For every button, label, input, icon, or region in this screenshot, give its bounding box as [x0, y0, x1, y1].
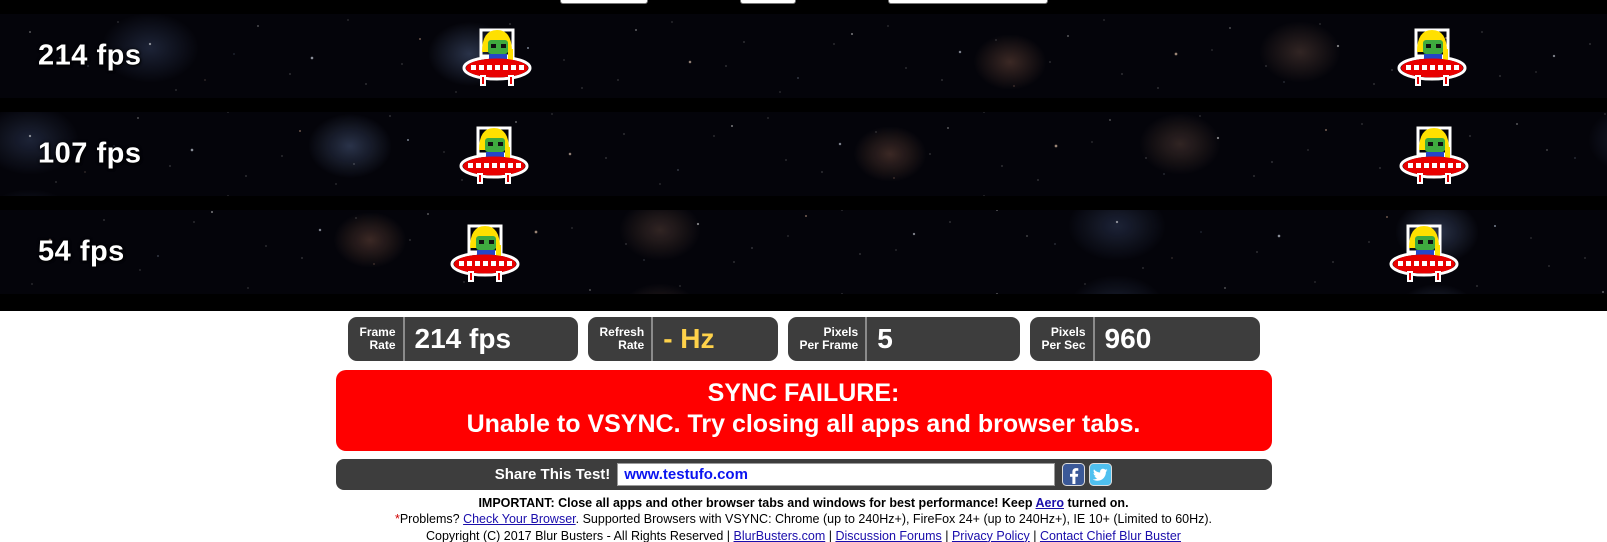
ufo-sprite	[455, 22, 539, 90]
sync-failure-title: SYNC FAILURE:	[707, 379, 900, 407]
discussion-forums-link[interactable]: Discussion Forums	[835, 529, 941, 542]
starfield-background	[0, 112, 1607, 196]
ufo-band-54fps: 54 fps	[0, 210, 1607, 294]
ufo-band-107fps: 107 fps	[0, 112, 1607, 196]
sync-failure-banner: SYNC FAILURE: Unable to VSYNC. Try closi…	[335, 370, 1272, 451]
testufo-page: 214 fps 107 fps 54 fps Frame Rate 214 fp…	[0, 0, 1607, 542]
ufo-sprite	[1392, 120, 1476, 188]
share-bar: Share This Test!	[335, 458, 1272, 490]
stat-caption-line2: Per Frame	[799, 338, 859, 352]
footer-problems-line: *Problems? Check Your Browser. Supported…	[0, 511, 1607, 528]
footer-sep: |	[825, 528, 836, 542]
stat-value-frame-rate: 214 fps	[414, 323, 512, 354]
share-url-input[interactable]	[617, 462, 1056, 486]
footer: IMPORTANT: Close all apps and other brow…	[0, 495, 1607, 542]
privacy-policy-link[interactable]: Privacy Policy	[952, 529, 1030, 542]
band-fps-label: 214 fps	[38, 39, 142, 72]
stat-pixels-per-sec: Pixels Per Sec 960	[1029, 317, 1260, 361]
facebook-share-icon[interactable]	[1062, 462, 1086, 486]
band-fps-label: 54 fps	[38, 235, 125, 268]
starfield-background	[0, 14, 1607, 98]
aero-link[interactable]: Aero	[1035, 496, 1063, 510]
footer-important-prefix: IMPORTANT: Close all apps and other brow…	[478, 495, 1036, 510]
social-buttons	[1062, 462, 1113, 486]
band-fps-label: 107 fps	[38, 137, 142, 170]
stat-caption-line2: Per Sec	[1041, 338, 1086, 352]
copyright-text: Copyright (C) 2017 Blur Busters - All Ri…	[426, 528, 734, 542]
stat-refresh-rate: Refresh Rate - Hz	[587, 317, 778, 361]
top-controls-row	[0, 0, 1607, 4]
blurbusters-link[interactable]: BlurBusters.com	[734, 529, 826, 542]
ufo-sprite	[1382, 218, 1466, 286]
stat-value-pixels-per-sec: 960	[1104, 323, 1152, 354]
stat-value-refresh-rate: - Hz	[663, 323, 715, 354]
footer-problems-suffix: . Supported Browsers with VSYNC: Chrome …	[575, 512, 1213, 526]
speed-selector-dropdown[interactable]	[739, 0, 796, 4]
ufo-animation-stage: 214 fps 107 fps 54 fps	[0, 0, 1607, 311]
ufo-sprite	[452, 120, 536, 188]
stat-caption-line2: Rate	[618, 338, 645, 352]
footer-copyright-line: Copyright (C) 2017 Blur Busters - All Ri…	[0, 528, 1607, 542]
footer-sep: |	[1029, 528, 1040, 542]
check-your-browser-link[interactable]: Check Your Browser	[463, 512, 576, 526]
stat-caption: Pixels Per Frame	[788, 317, 868, 361]
stat-caption: Refresh Rate	[588, 317, 654, 361]
stat-caption-line2: Rate	[369, 338, 396, 352]
stat-caption: Pixels Per Sec	[1030, 317, 1095, 361]
ufo-sprite	[443, 218, 527, 286]
stats-row: Frame Rate 214 fps Refresh Rate - Hz Pix…	[0, 317, 1607, 361]
stat-value-pixels-per-frame: 5	[877, 323, 893, 354]
starfield-background	[0, 210, 1607, 294]
footer-sep: |	[941, 528, 952, 542]
footer-problems-prefix: Problems?	[399, 512, 464, 526]
ufo-band-214fps: 214 fps	[0, 14, 1607, 98]
ufo-sprite	[1390, 22, 1474, 90]
footer-important-line: IMPORTANT: Close all apps and other brow…	[0, 495, 1607, 512]
bottom-panel: Frame Rate 214 fps Refresh Rate - Hz Pix…	[0, 311, 1607, 542]
sync-failure-message: Unable to VSYNC. Try closing all apps an…	[466, 410, 1141, 439]
contact-link[interactable]: Contact Chief Blur Buster	[1040, 529, 1181, 542]
share-label: Share This Test!	[494, 465, 611, 483]
stat-pixels-per-frame: Pixels Per Frame 5	[787, 317, 1020, 361]
stat-caption: Frame Rate	[348, 317, 405, 361]
twitter-share-icon[interactable]	[1089, 462, 1113, 486]
footer-important-suffix: turned on.	[1063, 495, 1129, 510]
options-selector-dropdown[interactable]	[887, 0, 1048, 4]
stat-frame-rate: Frame Rate 214 fps	[347, 317, 578, 361]
test-selector-dropdown[interactable]	[559, 0, 648, 4]
